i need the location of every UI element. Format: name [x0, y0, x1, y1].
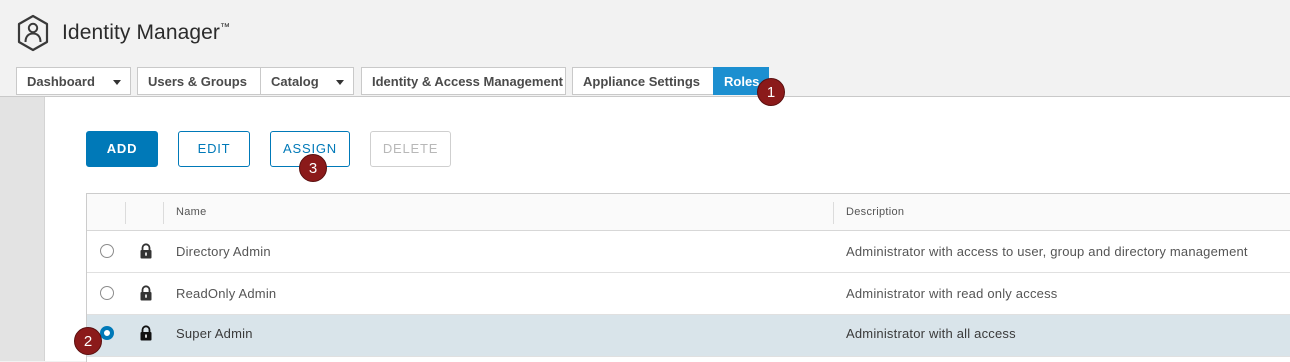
tab-catalog[interactable]: Catalog: [260, 67, 354, 95]
roles-datagrid: Name Description Directory Admin Adminis…: [86, 193, 1290, 362]
row-select-radio[interactable]: [100, 286, 114, 300]
row-select-radio[interactable]: [100, 326, 114, 340]
lock-icon: [140, 325, 152, 341]
tab-identity-access-management[interactable]: Identity & Access Management: [361, 67, 566, 95]
hexagon-user-icon: [17, 14, 49, 52]
role-name: Directory Admin: [176, 244, 271, 259]
step-marker-2: 2: [74, 327, 102, 355]
trademark-mark: ™: [220, 22, 231, 33]
chevron-down-icon: [113, 80, 121, 85]
row-select-radio[interactable]: [100, 244, 114, 258]
left-rail: [0, 97, 44, 361]
role-description: Administrator with all access: [846, 326, 1016, 341]
step-marker-3: 3: [299, 154, 327, 182]
edit-button[interactable]: EDIT: [178, 131, 250, 167]
column-header-description[interactable]: Description: [846, 206, 904, 218]
column-separator: [125, 202, 126, 224]
column-header-name[interactable]: Name: [176, 206, 207, 218]
role-name: ReadOnly Admin: [176, 286, 277, 301]
role-description: Administrator with access to user, group…: [846, 244, 1248, 259]
tab-appliance-settings[interactable]: Appliance Settings: [572, 67, 720, 95]
delete-button[interactable]: DELETE: [370, 131, 451, 167]
column-separator: [163, 202, 164, 224]
chevron-down-icon: [336, 80, 344, 85]
step-marker-1: 1: [757, 78, 785, 106]
tab-dashboard[interactable]: Dashboard: [16, 67, 131, 95]
table-row[interactable]: Directory Admin Administrator with acces…: [87, 231, 1290, 273]
table-row[interactable]: ReadOnly Admin Administrator with read o…: [87, 273, 1290, 315]
table-row[interactable]: Super Admin Administrator with all acces…: [87, 315, 1290, 357]
role-name: Super Admin: [176, 326, 253, 341]
role-description: Administrator with read only access: [846, 286, 1058, 301]
lock-icon: [140, 243, 152, 259]
app-header: Identity Manager™: [0, 0, 1290, 68]
lock-icon: [140, 285, 152, 301]
column-separator[interactable]: [833, 202, 834, 224]
grid-header-row: Name Description: [87, 194, 1290, 231]
app-title: Identity Manager™: [62, 21, 231, 44]
tab-users-groups[interactable]: Users & Groups: [137, 67, 270, 95]
add-button[interactable]: ADD: [86, 131, 158, 167]
